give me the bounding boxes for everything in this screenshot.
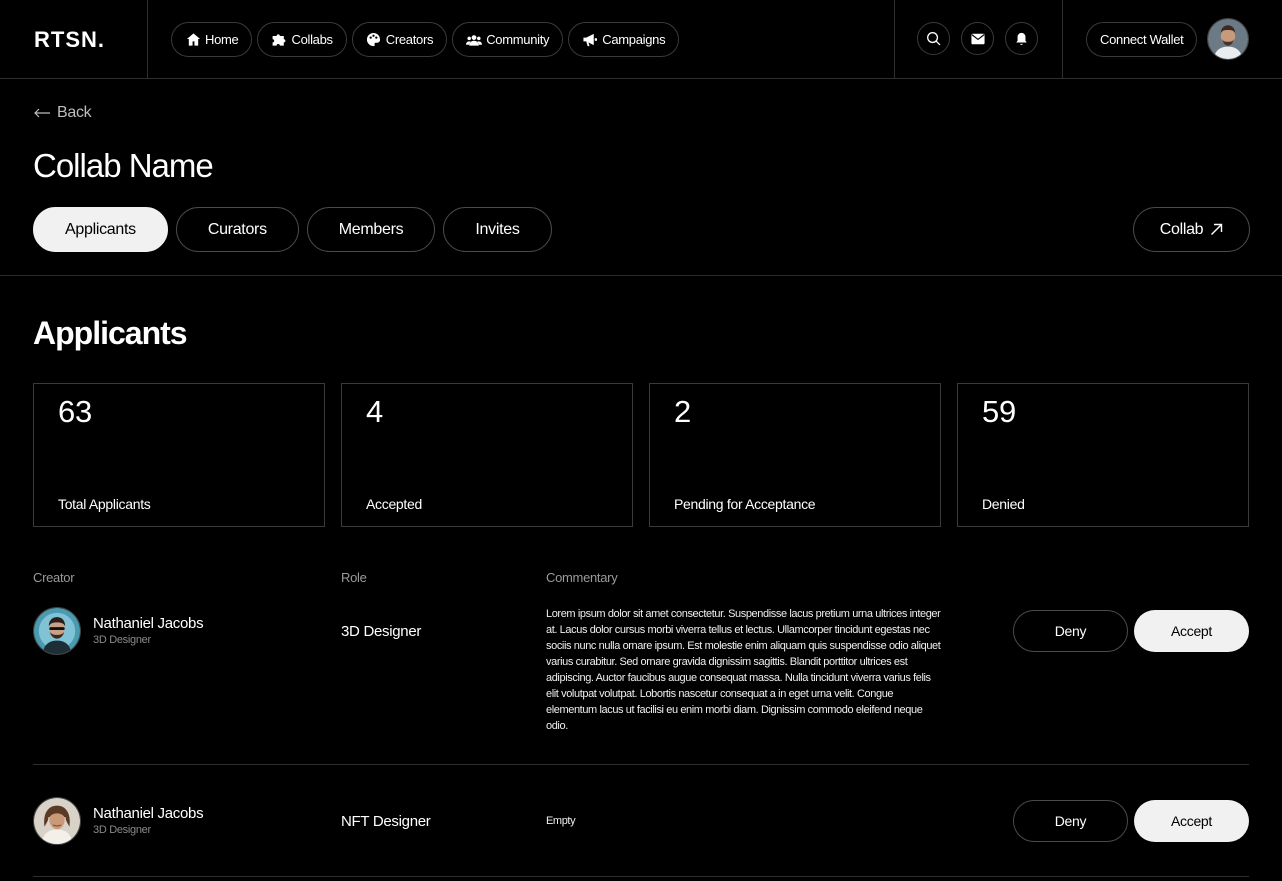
nav-links: Home Collabs Creators Community Campaign…	[171, 22, 680, 57]
nav-divider	[1062, 0, 1063, 78]
nav-link-campaigns[interactable]: Campaigns	[568, 22, 680, 57]
creator-name: Nathaniel Jacobs	[93, 805, 204, 822]
puzzle-icon	[271, 32, 287, 48]
stat-value: 59	[982, 394, 1016, 429]
logo[interactable]: RTSN.	[34, 27, 105, 53]
megaphone-icon	[582, 32, 598, 48]
stat-value: 2	[674, 394, 691, 429]
creator-subtitle: 3D Designer	[93, 634, 151, 646]
avatar[interactable]	[33, 797, 81, 845]
deny-button[interactable]: Deny	[1013, 610, 1128, 652]
page-title: Collab Name	[33, 147, 214, 184]
stat-label: Pending for Acceptance	[674, 496, 816, 512]
nav-link-label: Collabs	[291, 32, 333, 47]
back-link[interactable]: Back	[33, 104, 92, 122]
nav-icon-buttons	[917, 22, 1038, 55]
column-header-commentary: Commentary	[546, 570, 618, 585]
creator-role: 3D Designer	[341, 623, 422, 640]
arrow-left-icon	[33, 108, 51, 118]
row-divider	[33, 876, 1249, 877]
connect-wallet-button[interactable]: Connect Wallet	[1086, 22, 1198, 57]
creator-name: Nathaniel Jacobs	[93, 615, 204, 632]
stat-label: Accepted	[366, 496, 422, 512]
mail-icon	[970, 33, 985, 45]
accept-button[interactable]: Accept	[1134, 800, 1249, 842]
creator-subtitle: 3D Designer	[93, 824, 151, 836]
search-icon	[926, 31, 941, 46]
header-divider	[0, 275, 1282, 276]
nav-link-collabs[interactable]: Collabs	[257, 22, 347, 57]
stat-card-denied: 59 Denied	[957, 383, 1249, 527]
deny-button[interactable]: Deny	[1013, 800, 1128, 842]
creator-commentary: Empty	[546, 815, 576, 827]
tab-members[interactable]: Members	[306, 207, 436, 252]
stat-value: 4	[366, 394, 383, 429]
collab-button-label: Collab	[1159, 220, 1204, 238]
nav-link-home[interactable]: Home	[171, 22, 253, 57]
tab-invites[interactable]: Invites	[443, 207, 552, 252]
stat-label: Denied	[982, 496, 1025, 512]
collab-button[interactable]: Collab	[1133, 207, 1250, 252]
tab-applicants[interactable]: Applicants	[33, 207, 168, 252]
user-avatar[interactable]	[1207, 18, 1249, 60]
nav-divider	[894, 0, 895, 78]
arrow-up-right-icon	[1210, 223, 1223, 236]
back-label: Back	[57, 104, 92, 121]
stat-card-pending: 2 Pending for Acceptance	[649, 383, 941, 527]
top-nav: RTSN. Home Collabs Creators Community Ca…	[0, 0, 1282, 79]
stats-cards: 63 Total Applicants 4 Accepted 2 Pending…	[33, 383, 1249, 527]
search-button[interactable]	[917, 22, 950, 55]
users-icon	[466, 32, 483, 48]
creator-commentary: Lorem ipsum dolor sit amet consectetur. …	[546, 608, 941, 732]
nav-link-label: Creators	[385, 32, 434, 47]
column-header-role: Role	[341, 570, 367, 585]
tab-curators[interactable]: Curators	[175, 207, 299, 252]
stat-card-total: 63 Total Applicants	[33, 383, 325, 527]
messages-button[interactable]	[961, 22, 994, 55]
collab-tabs: Applicants Curators Members Invites	[33, 207, 552, 252]
notifications-button[interactable]	[1005, 22, 1038, 55]
avatar[interactable]	[33, 607, 81, 655]
nav-link-label: Home	[205, 32, 239, 47]
nav-divider	[147, 0, 148, 78]
bell-icon	[1015, 32, 1028, 46]
stat-card-accepted: 4 Accepted	[341, 383, 633, 527]
row-divider	[33, 764, 1249, 765]
palette-icon	[366, 32, 382, 48]
nav-link-label: Community	[486, 32, 550, 47]
column-header-creator: Creator	[33, 570, 75, 585]
accept-button[interactable]: Accept	[1134, 610, 1249, 652]
stat-label: Total Applicants	[58, 496, 151, 512]
stat-value: 63	[58, 394, 92, 429]
nav-link-creators[interactable]: Creators	[351, 22, 448, 57]
nav-link-label: Campaigns	[602, 32, 666, 47]
home-icon	[185, 32, 201, 48]
nav-link-community[interactable]: Community	[452, 22, 564, 57]
section-title: Applicants	[33, 315, 188, 351]
creator-role: NFT Designer	[341, 813, 431, 830]
